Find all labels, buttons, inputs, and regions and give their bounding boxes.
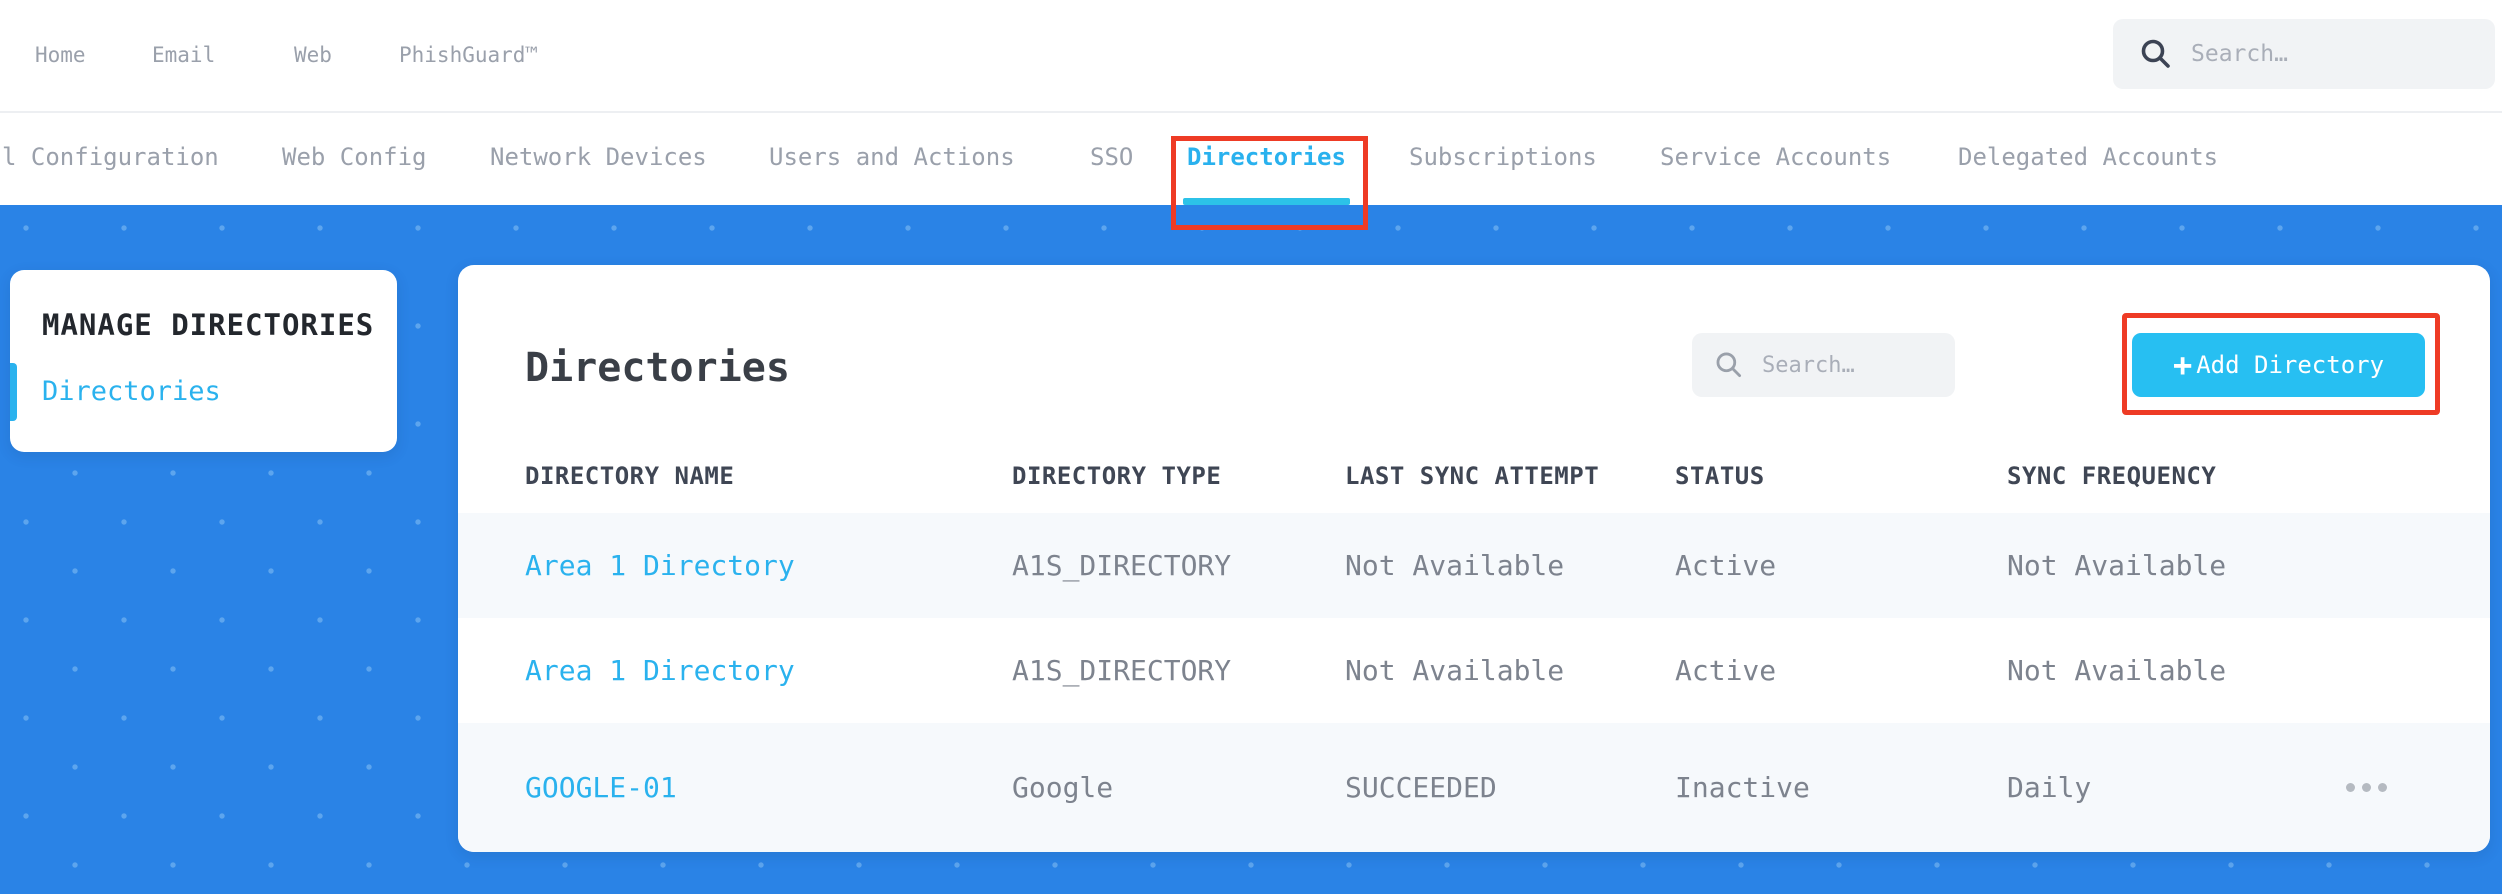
column-header-sync-frequency: SYNC FREQUENCY bbox=[2007, 462, 2217, 490]
directory-name-link[interactable]: Area 1 Directory bbox=[525, 618, 795, 723]
column-header-last-sync: LAST SYNC ATTEMPT bbox=[1345, 462, 1600, 490]
table-row: Area 1 Directory A1S_DIRECTORY Not Avail… bbox=[458, 618, 2490, 723]
column-header-status: STATUS bbox=[1675, 462, 1765, 490]
tab-subscriptions[interactable]: Subscriptions bbox=[1409, 113, 1597, 205]
directories-search-input[interactable] bbox=[1762, 352, 1933, 378]
sync-frequency-cell: Not Available bbox=[2007, 549, 2227, 582]
manage-directories-card: MANAGE DIRECTORIES Directories bbox=[10, 270, 397, 452]
global-search[interactable] bbox=[2113, 19, 2495, 89]
column-header-directory-name: DIRECTORY NAME bbox=[525, 462, 735, 490]
last-sync-cell: Not Available bbox=[1345, 549, 1565, 582]
add-directory-button[interactable]: + Add Directory bbox=[2132, 333, 2425, 397]
directories-search[interactable] bbox=[1692, 333, 1955, 397]
directory-type-cell: A1S_DIRECTORY bbox=[1012, 549, 1232, 582]
status-cell: Active bbox=[1675, 654, 1777, 687]
table-row: Area 1 Directory A1S_DIRECTORY Not Avail… bbox=[458, 513, 2490, 618]
directory-name-link[interactable]: GOOGLE-01 bbox=[525, 723, 677, 852]
status-cell: Inactive bbox=[1675, 771, 1810, 804]
column-header-directory-type: DIRECTORY TYPE bbox=[1012, 462, 1222, 490]
plus-icon: + bbox=[2172, 346, 2193, 384]
active-tab-underline bbox=[1183, 198, 1350, 205]
top-nav: Home Email Web PhishGuard™ bbox=[0, 0, 2502, 113]
tab-delegated-accounts[interactable]: Delegated Accounts bbox=[1958, 113, 2218, 205]
table-row: GOOGLE-01 Google SUCCEEDED Inactive Dail… bbox=[458, 723, 2490, 852]
sync-frequency-cell: Daily bbox=[2007, 771, 2092, 804]
row-actions-ellipsis-icon[interactable] bbox=[2346, 783, 2387, 792]
table-header-row: DIRECTORY NAME DIRECTORY TYPE LAST SYNC … bbox=[458, 440, 2490, 513]
tab-service-accounts[interactable]: Service Accounts bbox=[1660, 113, 1891, 205]
tab-directories[interactable]: Directories bbox=[1187, 113, 1346, 205]
nav-item-web[interactable]: Web bbox=[294, 0, 332, 111]
page-title: Directories bbox=[525, 345, 790, 391]
directory-type-cell: Google bbox=[1012, 771, 1114, 804]
global-search-input[interactable] bbox=[2191, 41, 2469, 67]
directories-panel: Directories + Add Directory DIRECTORY NA… bbox=[458, 265, 2490, 852]
sidebar-active-indicator bbox=[10, 363, 17, 421]
app-root: Home Email Web PhishGuard™ l Configurati… bbox=[0, 0, 2502, 894]
search-icon bbox=[2141, 39, 2170, 68]
sync-frequency-cell: Not Available bbox=[2007, 654, 2227, 687]
sidebar-item-directories[interactable]: Directories bbox=[42, 376, 221, 407]
tab-network-devices[interactable]: Network Devices bbox=[490, 113, 707, 205]
settings-tab-bar: l Configuration Web Config Network Devic… bbox=[0, 113, 2502, 230]
sidebar-title: MANAGE DIRECTORIES bbox=[42, 308, 375, 342]
directory-type-cell: A1S_DIRECTORY bbox=[1012, 654, 1232, 687]
tab-email-configuration[interactable]: l Configuration bbox=[2, 113, 219, 205]
tab-web-config[interactable]: Web Config bbox=[282, 113, 427, 205]
search-icon bbox=[1716, 352, 1741, 377]
directory-name-link[interactable]: Area 1 Directory bbox=[525, 513, 795, 618]
status-cell: Active bbox=[1675, 549, 1777, 582]
add-directory-label: Add Directory bbox=[2196, 351, 2385, 379]
nav-item-email[interactable]: Email bbox=[152, 0, 215, 111]
last-sync-cell: Not Available bbox=[1345, 654, 1565, 687]
tab-users-and-actions[interactable]: Users and Actions bbox=[769, 113, 1015, 205]
tab-sso[interactable]: SSO bbox=[1090, 113, 1133, 205]
nav-item-phishguard[interactable]: PhishGuard™ bbox=[399, 0, 538, 111]
last-sync-cell: SUCCEEDED bbox=[1345, 771, 1497, 804]
nav-item-home[interactable]: Home bbox=[35, 0, 86, 111]
